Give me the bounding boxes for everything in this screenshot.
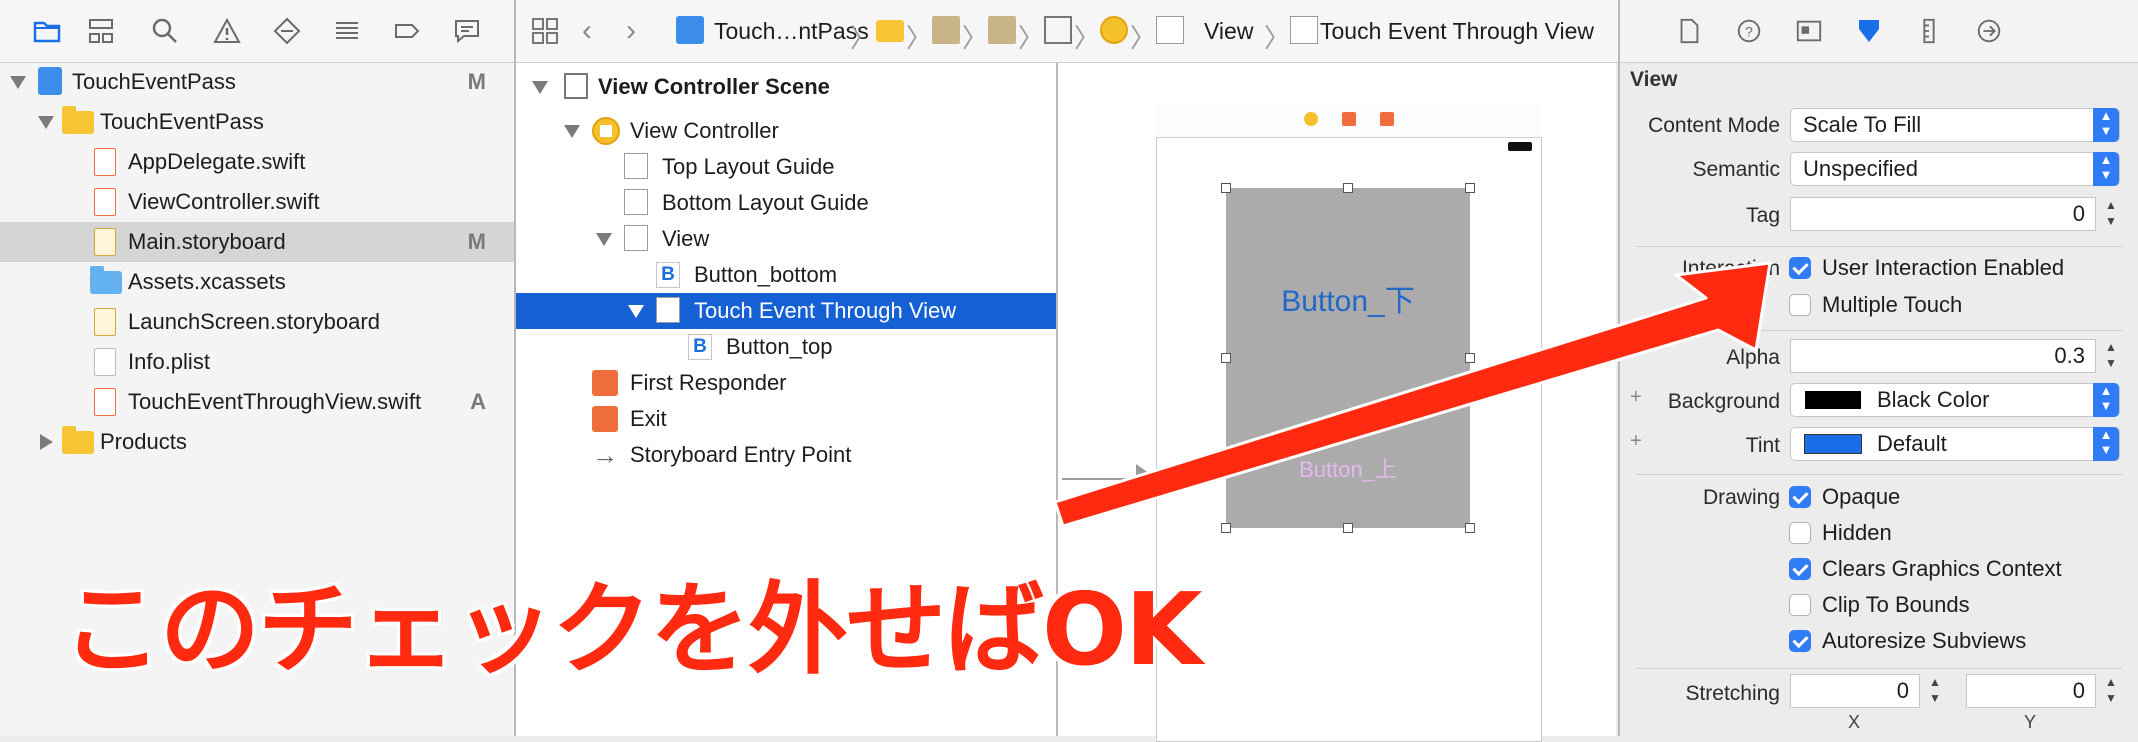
red-arrow-icon — [1053, 261, 1772, 528]
annotation-caption: このチェックを外せばOK — [62, 571, 1202, 688]
